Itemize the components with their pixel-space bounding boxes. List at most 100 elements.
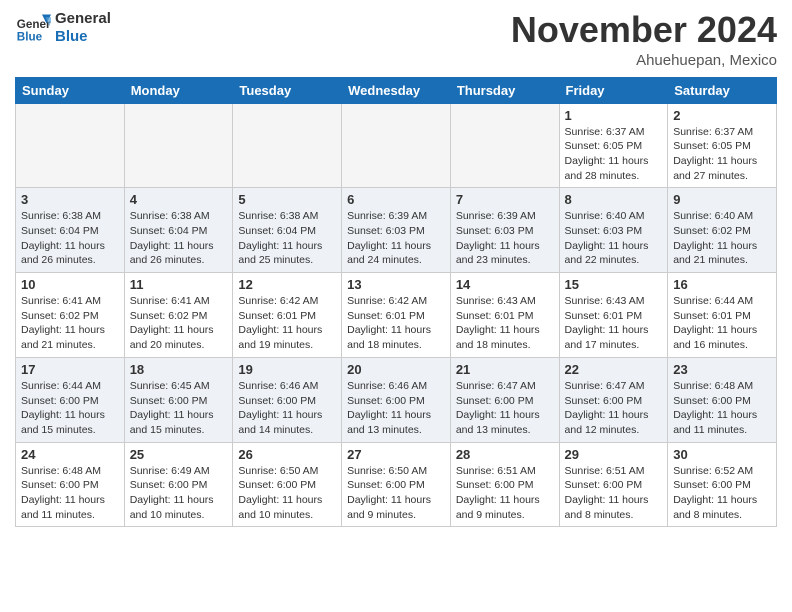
logo: General Blue General Blue: [15, 10, 111, 46]
calendar-table: SundayMondayTuesdayWednesdayThursdayFrid…: [15, 77, 777, 528]
day-info: Sunrise: 6:49 AM Sunset: 6:00 PM Dayligh…: [130, 464, 228, 523]
day-info: Sunrise: 6:47 AM Sunset: 6:00 PM Dayligh…: [565, 379, 663, 438]
day-number: 11: [130, 277, 228, 292]
day-number: 16: [673, 277, 771, 292]
calendar-week-4: 17 Sunrise: 6:44 AM Sunset: 6:00 PM Dayli…: [16, 357, 777, 442]
day-info: Sunrise: 6:43 AM Sunset: 6:01 PM Dayligh…: [456, 294, 554, 353]
logo-blue: Blue: [55, 28, 111, 46]
calendar-cell: 24 Sunrise: 6:48 AM Sunset: 6:00 PM Dayli…: [16, 442, 125, 527]
calendar-cell: 5 Sunrise: 6:38 AM Sunset: 6:04 PM Daylig…: [233, 188, 342, 273]
weekday-header-thursday: Thursday: [450, 77, 559, 103]
weekday-header-friday: Friday: [559, 77, 668, 103]
calendar-cell: [124, 103, 233, 188]
calendar-cell: 23 Sunrise: 6:48 AM Sunset: 6:00 PM Dayli…: [668, 357, 777, 442]
weekday-header-wednesday: Wednesday: [342, 77, 451, 103]
day-info: Sunrise: 6:46 AM Sunset: 6:00 PM Dayligh…: [238, 379, 336, 438]
page: General Blue General Blue November 2024 …: [0, 0, 792, 542]
calendar-cell: 7Sunrise: 6:39 AM Sunset: 6:03 PM Daylig…: [450, 188, 559, 273]
day-number: 3: [21, 192, 119, 207]
calendar-cell: 27 Sunrise: 6:50 AM Sunset: 6:00 PM Dayli…: [342, 442, 451, 527]
day-info: Sunrise: 6:42 AM Sunset: 6:01 PM Dayligh…: [238, 294, 336, 353]
day-info: Sunrise: 6:51 AM Sunset: 6:00 PM Dayligh…: [565, 464, 663, 523]
day-info: Sunrise: 6:40 AM Sunset: 6:03 PM Dayligh…: [565, 209, 663, 268]
day-info: Sunrise: 6:44 AM Sunset: 6:01 PM Dayligh…: [673, 294, 771, 353]
calendar-cell: 30 Sunrise: 6:52 AM Sunset: 6:00 PM Dayli…: [668, 442, 777, 527]
day-info: Sunrise: 6:50 AM Sunset: 6:00 PM Dayligh…: [347, 464, 445, 523]
calendar-week-3: 10 Sunrise: 6:41 AM Sunset: 6:02 PM Dayli…: [16, 273, 777, 358]
day-number: 15: [565, 277, 663, 292]
day-info: Sunrise: 6:41 AM Sunset: 6:02 PM Dayligh…: [130, 294, 228, 353]
day-number: 25: [130, 447, 228, 462]
day-info: Sunrise: 6:45 AM Sunset: 6:00 PM Dayligh…: [130, 379, 228, 438]
weekday-header-saturday: Saturday: [668, 77, 777, 103]
calendar-cell: 6Sunrise: 6:39 AM Sunset: 6:03 PM Daylig…: [342, 188, 451, 273]
calendar-cell: 29Sunrise: 6:51 AM Sunset: 6:00 PM Dayli…: [559, 442, 668, 527]
weekday-header-row: SundayMondayTuesdayWednesdayThursdayFrid…: [16, 77, 777, 103]
day-number: 22: [565, 362, 663, 377]
day-number: 21: [456, 362, 554, 377]
calendar-cell: 28 Sunrise: 6:51 AM Sunset: 6:00 PM Dayli…: [450, 442, 559, 527]
day-info: Sunrise: 6:40 AM Sunset: 6:02 PM Dayligh…: [673, 209, 771, 268]
calendar-cell: 1 Sunrise: 6:37 AM Sunset: 6:05 PM Daylig…: [559, 103, 668, 188]
weekday-header-tuesday: Tuesday: [233, 77, 342, 103]
day-info: Sunrise: 6:37 AM Sunset: 6:05 PM Dayligh…: [565, 125, 663, 184]
calendar-cell: 10 Sunrise: 6:41 AM Sunset: 6:02 PM Dayli…: [16, 273, 125, 358]
day-number: 30: [673, 447, 771, 462]
day-number: 6: [347, 192, 445, 207]
calendar-week-5: 24 Sunrise: 6:48 AM Sunset: 6:00 PM Dayli…: [16, 442, 777, 527]
day-number: 18: [130, 362, 228, 377]
calendar-cell: 13Sunrise: 6:42 AM Sunset: 6:01 PM Dayli…: [342, 273, 451, 358]
calendar-week-2: 3 Sunrise: 6:38 AM Sunset: 6:04 PM Daylig…: [16, 188, 777, 273]
day-number: 8: [565, 192, 663, 207]
day-info: Sunrise: 6:48 AM Sunset: 6:00 PM Dayligh…: [673, 379, 771, 438]
logo-general: General: [55, 10, 111, 28]
day-number: 2: [673, 108, 771, 123]
day-number: 27: [347, 447, 445, 462]
day-number: 1: [565, 108, 663, 123]
location: Ahuehuepan, Mexico: [511, 52, 777, 69]
month-title: November 2024: [511, 10, 777, 50]
calendar-cell: 2 Sunrise: 6:37 AM Sunset: 6:05 PM Daylig…: [668, 103, 777, 188]
day-info: Sunrise: 6:47 AM Sunset: 6:00 PM Dayligh…: [456, 379, 554, 438]
day-number: 4: [130, 192, 228, 207]
calendar-cell: 9 Sunrise: 6:40 AM Sunset: 6:02 PM Daylig…: [668, 188, 777, 273]
day-info: Sunrise: 6:41 AM Sunset: 6:02 PM Dayligh…: [21, 294, 119, 353]
header: General Blue General Blue November 2024 …: [15, 10, 777, 69]
calendar-cell: 21 Sunrise: 6:47 AM Sunset: 6:00 PM Dayli…: [450, 357, 559, 442]
day-info: Sunrise: 6:51 AM Sunset: 6:00 PM Dayligh…: [456, 464, 554, 523]
day-number: 17: [21, 362, 119, 377]
day-number: 13: [347, 277, 445, 292]
calendar-cell: 11 Sunrise: 6:41 AM Sunset: 6:02 PM Dayli…: [124, 273, 233, 358]
day-number: 12: [238, 277, 336, 292]
calendar-cell: 22 Sunrise: 6:47 AM Sunset: 6:00 PM Dayli…: [559, 357, 668, 442]
day-info: Sunrise: 6:48 AM Sunset: 6:00 PM Dayligh…: [21, 464, 119, 523]
calendar-cell: [16, 103, 125, 188]
calendar-cell: 16 Sunrise: 6:44 AM Sunset: 6:01 PM Dayli…: [668, 273, 777, 358]
day-info: Sunrise: 6:38 AM Sunset: 6:04 PM Dayligh…: [238, 209, 336, 268]
day-info: Sunrise: 6:50 AM Sunset: 6:00 PM Dayligh…: [238, 464, 336, 523]
title-block: November 2024 Ahuehuepan, Mexico: [511, 10, 777, 69]
day-number: 24: [21, 447, 119, 462]
calendar-week-1: 1 Sunrise: 6:37 AM Sunset: 6:05 PM Daylig…: [16, 103, 777, 188]
weekday-header-monday: Monday: [124, 77, 233, 103]
day-number: 10: [21, 277, 119, 292]
calendar-cell: 14 Sunrise: 6:43 AM Sunset: 6:01 PM Dayli…: [450, 273, 559, 358]
day-info: Sunrise: 6:43 AM Sunset: 6:01 PM Dayligh…: [565, 294, 663, 353]
calendar-cell: 3Sunrise: 6:38 AM Sunset: 6:04 PM Daylig…: [16, 188, 125, 273]
day-number: 23: [673, 362, 771, 377]
calendar-cell: [233, 103, 342, 188]
day-info: Sunrise: 6:44 AM Sunset: 6:00 PM Dayligh…: [21, 379, 119, 438]
day-number: 9: [673, 192, 771, 207]
calendar-cell: 18 Sunrise: 6:45 AM Sunset: 6:00 PM Dayli…: [124, 357, 233, 442]
day-number: 28: [456, 447, 554, 462]
calendar-cell: [450, 103, 559, 188]
weekday-header-sunday: Sunday: [16, 77, 125, 103]
calendar-cell: 12 Sunrise: 6:42 AM Sunset: 6:01 PM Dayli…: [233, 273, 342, 358]
calendar-cell: 8 Sunrise: 6:40 AM Sunset: 6:03 PM Daylig…: [559, 188, 668, 273]
calendar-cell: 15 Sunrise: 6:43 AM Sunset: 6:01 PM Dayli…: [559, 273, 668, 358]
day-number: 14: [456, 277, 554, 292]
day-number: 5: [238, 192, 336, 207]
calendar-cell: 4Sunrise: 6:38 AM Sunset: 6:04 PM Daylig…: [124, 188, 233, 273]
day-info: Sunrise: 6:37 AM Sunset: 6:05 PM Dayligh…: [673, 125, 771, 184]
day-info: Sunrise: 6:52 AM Sunset: 6:00 PM Dayligh…: [673, 464, 771, 523]
